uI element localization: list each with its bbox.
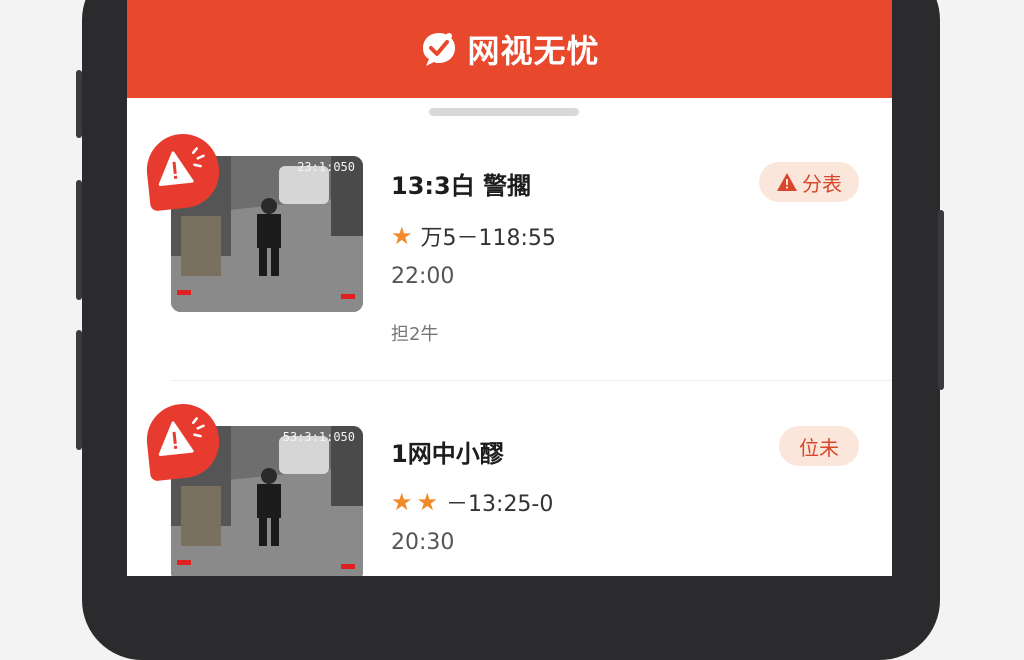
star-icon: ★ bbox=[391, 488, 413, 516]
app-screen: 网视无忧 23:1:050 13:3白 警擱 ★ 万5－118:55 22:00… bbox=[127, 0, 892, 576]
event-subtitle: 担2牛 bbox=[391, 324, 439, 345]
phone-volume-button bbox=[76, 180, 82, 300]
alarm-warning-icon bbox=[158, 147, 205, 186]
phone-power-button bbox=[938, 210, 944, 390]
star-icon: ★ bbox=[391, 222, 413, 250]
status-badge[interactable]: 位未 bbox=[779, 426, 859, 466]
chat-check-icon bbox=[423, 33, 456, 66]
alarm-warning-icon bbox=[158, 417, 205, 456]
list-divider bbox=[171, 380, 891, 381]
thumbnail-timestamp: 23:1:050 bbox=[297, 160, 355, 174]
event-rating: ★ 万5－118:55 bbox=[391, 220, 556, 252]
event-title: 1网中小醪 bbox=[391, 440, 504, 468]
app-title-text: 网视无忧 bbox=[467, 32, 600, 70]
warning-icon bbox=[777, 173, 797, 191]
status-badge-label: 分表 bbox=[802, 171, 842, 196]
event-time: 20:30 bbox=[391, 530, 455, 555]
star-icon: ★ bbox=[416, 488, 439, 516]
status-badge-label: 位未 bbox=[799, 435, 839, 460]
event-time: 22:00 bbox=[391, 264, 455, 289]
app-title: 网视无忧 bbox=[127, 24, 892, 74]
event-rating: ★ ★ －13:25-0 bbox=[391, 486, 553, 518]
phone-side-button bbox=[76, 70, 82, 138]
app-header: 网视无忧 bbox=[127, 0, 892, 98]
thumbnail-timestamp: 53:3:1:050 bbox=[282, 430, 355, 444]
event-title: 13:3白 警擱 bbox=[391, 172, 532, 200]
event-rating-text: 万5－118:55 bbox=[420, 226, 556, 251]
event-rating-text: －13:25-0 bbox=[446, 492, 554, 517]
phone-volume-button bbox=[76, 330, 82, 450]
status-badge[interactable]: 分表 bbox=[759, 162, 859, 202]
drag-handle[interactable] bbox=[429, 108, 579, 116]
